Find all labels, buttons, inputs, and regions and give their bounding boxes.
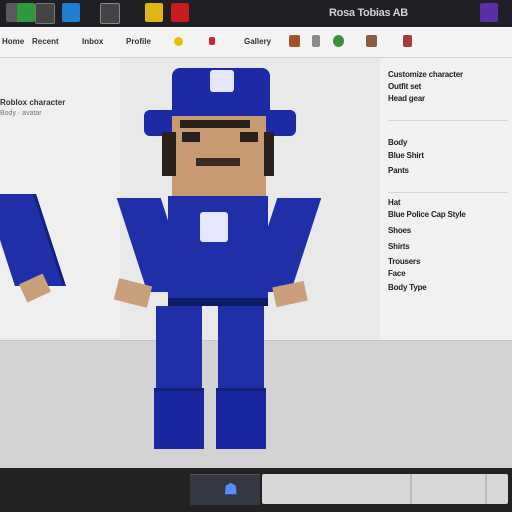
toolbar-item-recent[interactable]: Recent (32, 37, 59, 46)
toolbar-item-gallery[interactable]: Gallery (244, 37, 271, 46)
side-header-2: Outfit set (388, 82, 422, 91)
hat-logo (210, 70, 234, 92)
shield-icon[interactable] (333, 35, 344, 47)
pencil-icon[interactable] (403, 35, 412, 47)
left-eye (182, 132, 200, 142)
toolbar: Home Recent Inbox Profile Gallery (0, 27, 512, 58)
divider (388, 120, 508, 121)
left-panel-subtitle: Body · avatar (0, 110, 42, 117)
side-option-shoes[interactable]: Shoes (388, 226, 411, 235)
app-icon-8[interactable] (480, 3, 498, 22)
side-option-face[interactable]: Face (388, 269, 406, 278)
hair-left (162, 132, 176, 176)
avatar-icon[interactable] (289, 35, 300, 47)
app-icon-2[interactable] (17, 3, 35, 22)
left-shoe (154, 388, 204, 449)
figure-icon[interactable]: ☗ (224, 482, 240, 498)
taskbar-separator (485, 474, 487, 504)
app-icon-3[interactable] (35, 3, 55, 24)
taskbar-separator (410, 474, 412, 504)
toolbar-item-inbox[interactable]: Inbox (82, 37, 103, 46)
gem-icon[interactable] (366, 35, 377, 47)
side-header-3: Head gear (388, 94, 425, 103)
side-group-title: Hat (388, 198, 401, 207)
right-shoe (216, 388, 266, 449)
toolbar-item-profile[interactable]: Profile (126, 37, 151, 46)
side-field-label: Pants (388, 166, 409, 175)
mustache (196, 158, 240, 166)
belt (168, 298, 268, 306)
properties-panel: Customize character Outfit set Head gear… (380, 58, 512, 340)
toolbar-item-home[interactable]: Home (2, 37, 24, 46)
app-icon-4[interactable] (62, 3, 80, 22)
coin-icon[interactable] (174, 37, 183, 46)
side-section: Body (388, 138, 408, 147)
side-option-body-type[interactable]: Body Type (388, 283, 427, 292)
flag-icon[interactable] (209, 37, 215, 45)
tool-icon[interactable] (312, 35, 320, 47)
left-panel-title: Roblox character (0, 98, 66, 107)
main-content: Roblox character Body · avatar Customize… (0, 58, 512, 469)
app-icon-6[interactable] (145, 3, 163, 22)
torso-logo (200, 212, 228, 242)
side-section-item[interactable]: Blue Shirt (388, 151, 424, 160)
side-option-trousers[interactable]: Trousers (388, 257, 420, 266)
divider (388, 192, 508, 193)
taskbar-search-field[interactable] (262, 474, 508, 504)
window-title-bar: Rosa Tobias AB (0, 0, 512, 27)
taskbar: ☗ (0, 468, 512, 512)
app-icon-5[interactable] (100, 3, 120, 24)
side-group-line: Blue Police Cap Style (388, 210, 466, 219)
side-option-shirts[interactable]: Shirts (388, 242, 410, 251)
window-title: Rosa Tobias AB (329, 7, 408, 19)
right-eye (240, 132, 258, 142)
app-icon-7[interactable] (171, 3, 189, 22)
eyebrows (180, 120, 250, 128)
hair-right (264, 132, 274, 176)
side-header-1: Customize character (388, 70, 463, 79)
